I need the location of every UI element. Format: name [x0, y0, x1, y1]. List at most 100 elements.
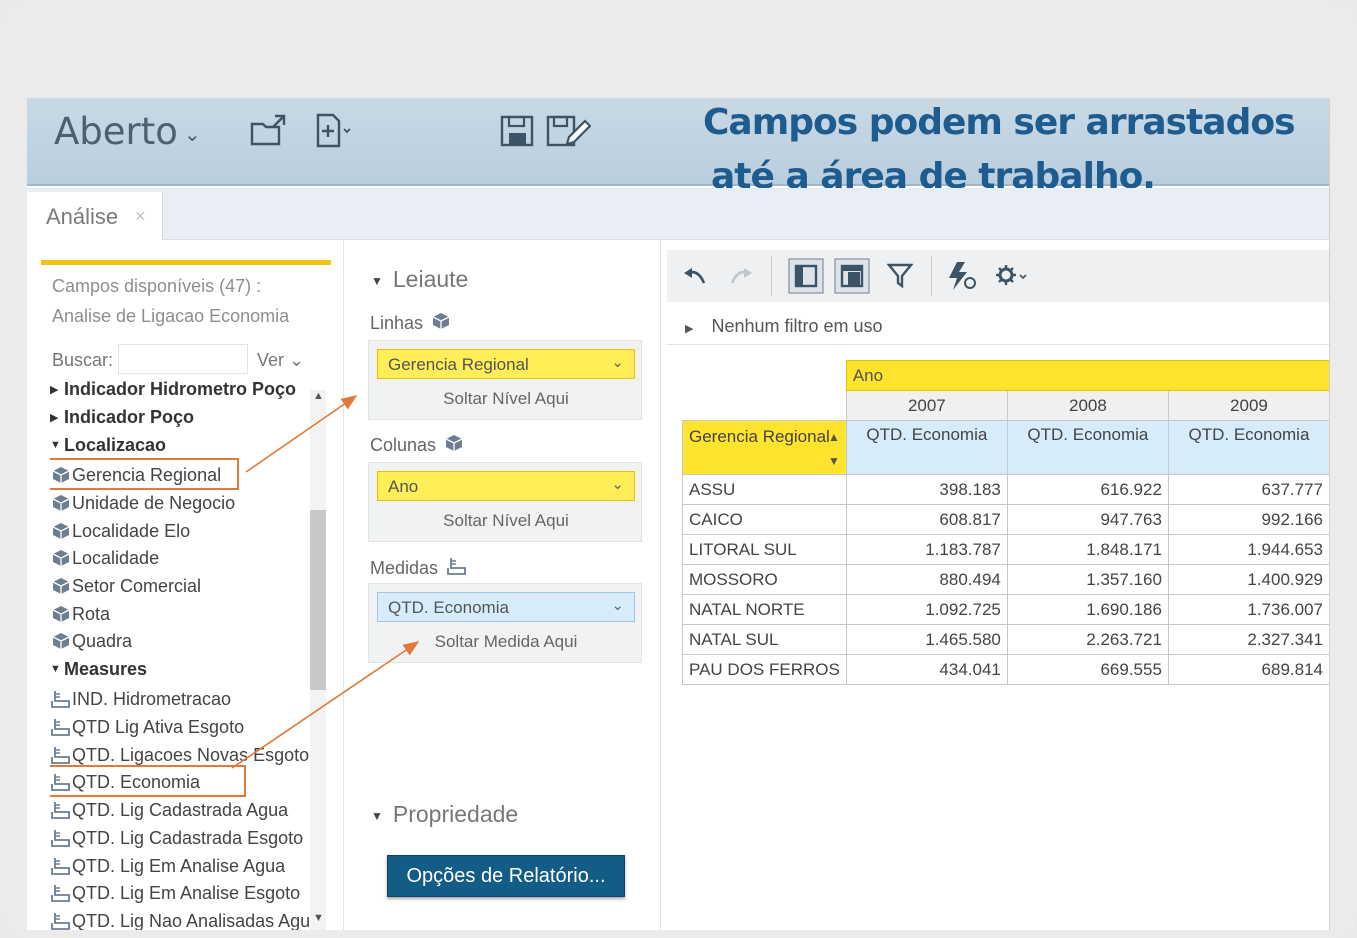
tree-folder[interactable]: ▶ Indicador Poço: [50, 404, 194, 430]
sort-icon[interactable]: ▲ ▼: [828, 425, 840, 473]
search-input[interactable]: [118, 344, 248, 374]
value-cell[interactable]: 689.814: [1167, 654, 1329, 685]
value-cell[interactable]: 1.848.171: [1006, 534, 1169, 565]
tab-analise[interactable]: Análise ×: [27, 192, 163, 240]
year-header[interactable]: 2008: [1006, 390, 1169, 421]
measures-field-chip[interactable]: QTD. Economia ⌄: [377, 592, 635, 622]
tree-level[interactable]: Unidade de Negocio: [50, 490, 235, 516]
value-cell[interactable]: 608.817: [845, 504, 1008, 535]
measures-drop-zone[interactable]: QTD. Economia ⌄ Soltar Medida Aqui: [368, 583, 642, 663]
value-cell[interactable]: 1.944.653: [1167, 534, 1329, 565]
chevron-down-icon[interactable]: ⌄: [611, 353, 624, 371]
field-tree: ▶ Indicador Hidrometro Poço ▶ Indicador Poç…: [50, 376, 312, 930]
year-header[interactable]: 2007: [845, 390, 1008, 421]
measure-header[interactable]: QTD. Economia: [1006, 420, 1169, 475]
row-member[interactable]: LITORAL SUL: [682, 534, 847, 565]
save-icon[interactable]: [499, 112, 537, 150]
save-as-icon[interactable]: [545, 112, 592, 150]
tree-measure[interactable]: QTD. Lig Em Analise Agua: [50, 853, 285, 879]
measure-header[interactable]: QTD. Economia: [845, 420, 1008, 475]
caret-down-icon[interactable]: ▼: [50, 663, 64, 675]
value-cell[interactable]: 992.166: [1167, 504, 1329, 535]
tree-level[interactable]: Localidade Elo: [50, 518, 190, 544]
measures-label: Medidas: [370, 558, 439, 578]
scrollbar-thumb[interactable]: [310, 510, 326, 690]
layout-panel-icon[interactable]: [787, 256, 825, 296]
tree-folder[interactable]: ▶ Indicador Hidrometro Poço: [50, 376, 296, 402]
value-cell[interactable]: 434.041: [845, 654, 1008, 685]
tree-measure[interactable]: QTD. Lig Cadastrada Agua: [50, 797, 288, 823]
value-cell[interactable]: 669.555: [1006, 654, 1169, 685]
value-cell[interactable]: 1.465.580: [845, 624, 1008, 655]
properties-section-header[interactable]: ▼ Propriedade: [371, 801, 518, 828]
column-dimension-header[interactable]: Ano: [845, 360, 1329, 391]
auto-refresh-icon[interactable]: [945, 256, 979, 296]
rows-drop-zone[interactable]: Gerencia Regional ⌄ Soltar Nível Aqui: [368, 340, 642, 420]
table-view-icon[interactable]: [833, 256, 871, 296]
tree-level[interactable]: Localidade: [50, 545, 159, 571]
value-cell[interactable]: 398.183: [845, 474, 1008, 505]
caret-right-icon[interactable]: ▶: [50, 383, 64, 396]
scroll-up-icon[interactable]: ▲: [313, 390, 324, 402]
open-folder-icon[interactable]: [249, 112, 287, 150]
undo-icon[interactable]: [681, 256, 711, 296]
scroll-down-icon[interactable]: ▼: [313, 912, 324, 924]
columns-chip-label: Ano: [388, 477, 419, 496]
measure-header[interactable]: QTD. Economia: [1167, 420, 1329, 475]
level-icon: [50, 604, 72, 624]
value-cell[interactable]: 880.494: [845, 564, 1008, 595]
level-icon: [50, 631, 72, 651]
tree-level[interactable]: Rota: [50, 601, 110, 627]
value-cell[interactable]: 2.263.721: [1006, 624, 1169, 655]
row-member[interactable]: MOSSORO: [682, 564, 847, 595]
value-cell[interactable]: 616.922: [1006, 474, 1169, 505]
layout-section-header[interactable]: ▼ Leiaute: [371, 266, 468, 293]
value-cell[interactable]: 2.327.341: [1167, 624, 1329, 655]
settings-icon[interactable]: [993, 256, 1029, 296]
table-row: LITORAL SUL 1.183.787 1.848.171 1.944.653: [682, 534, 1329, 565]
tree-measure[interactable]: IND. Hidrometracao: [50, 686, 231, 712]
row-member[interactable]: PAU DOS FERROS: [682, 654, 847, 685]
chevron-down-icon[interactable]: ⌄: [611, 475, 624, 493]
row-member[interactable]: ASSU: [682, 474, 847, 505]
caret-down-icon[interactable]: ▼: [50, 439, 64, 451]
caret-right-icon[interactable]: ▶: [50, 411, 64, 424]
close-tab-icon[interactable]: ×: [135, 206, 146, 227]
field-list-scrollbar[interactable]: ▲ ▼: [310, 390, 326, 930]
value-cell[interactable]: 1.357.160: [1006, 564, 1169, 595]
value-cell[interactable]: 637.777: [1167, 474, 1329, 505]
filter-icon[interactable]: [885, 256, 915, 296]
value-cell[interactable]: 1.400.929: [1167, 564, 1329, 595]
open-menu[interactable]: Aberto ⌄: [54, 110, 201, 153]
chevron-down-icon: ⌄: [289, 350, 305, 370]
value-cell[interactable]: 1.183.787: [845, 534, 1008, 565]
tree-level[interactable]: Quadra: [50, 628, 132, 654]
tree-item-label: QTD Lig Ativa Esgoto: [72, 716, 245, 737]
new-report-icon[interactable]: [313, 112, 351, 150]
value-cell[interactable]: 1.736.007: [1167, 594, 1329, 625]
report-options-button[interactable]: Opções de Relatório...: [387, 855, 625, 897]
columns-drop-zone[interactable]: Ano ⌄ Soltar Nível Aqui: [368, 462, 642, 542]
rows-field-chip[interactable]: Gerencia Regional ⌄: [377, 349, 635, 379]
row-dimension-header[interactable]: Gerencia Regional ▲ ▼: [682, 420, 847, 475]
value-cell[interactable]: 1.092.725: [845, 594, 1008, 625]
tree-measure[interactable]: QTD. Lig Em Analise Esgoto: [50, 880, 300, 906]
columns-field-chip[interactable]: Ano ⌄: [377, 471, 635, 501]
value-cell[interactable]: 947.763: [1006, 504, 1169, 535]
measures-zone-label: Medidas: [370, 556, 468, 581]
view-dropdown[interactable]: Ver ⌄: [257, 350, 304, 371]
tree-measure[interactable]: QTD Lig Ativa Esgoto: [50, 714, 244, 740]
row-member[interactable]: CAICO: [682, 504, 847, 535]
tree-folder[interactable]: ▼ Measures: [50, 656, 147, 682]
year-header[interactable]: 2009: [1167, 390, 1329, 421]
tree-level[interactable]: Setor Comercial: [50, 573, 201, 599]
row-member[interactable]: NATAL SUL: [682, 624, 847, 655]
tree-measure[interactable]: QTD. Lig Cadastrada Esgoto: [50, 825, 303, 851]
filter-status[interactable]: ▶ Nenhum filtro em uso: [685, 316, 883, 337]
redo-icon[interactable]: [725, 256, 755, 296]
tree-folder[interactable]: ▼ Localizacao: [50, 432, 166, 458]
row-member[interactable]: NATAL NORTE: [682, 594, 847, 625]
tree-measure[interactable]: QTD. Lig Nao Analisadas Agua: [50, 908, 312, 930]
value-cell[interactable]: 1.690.186: [1006, 594, 1169, 625]
chevron-down-icon[interactable]: ⌄: [611, 596, 624, 614]
